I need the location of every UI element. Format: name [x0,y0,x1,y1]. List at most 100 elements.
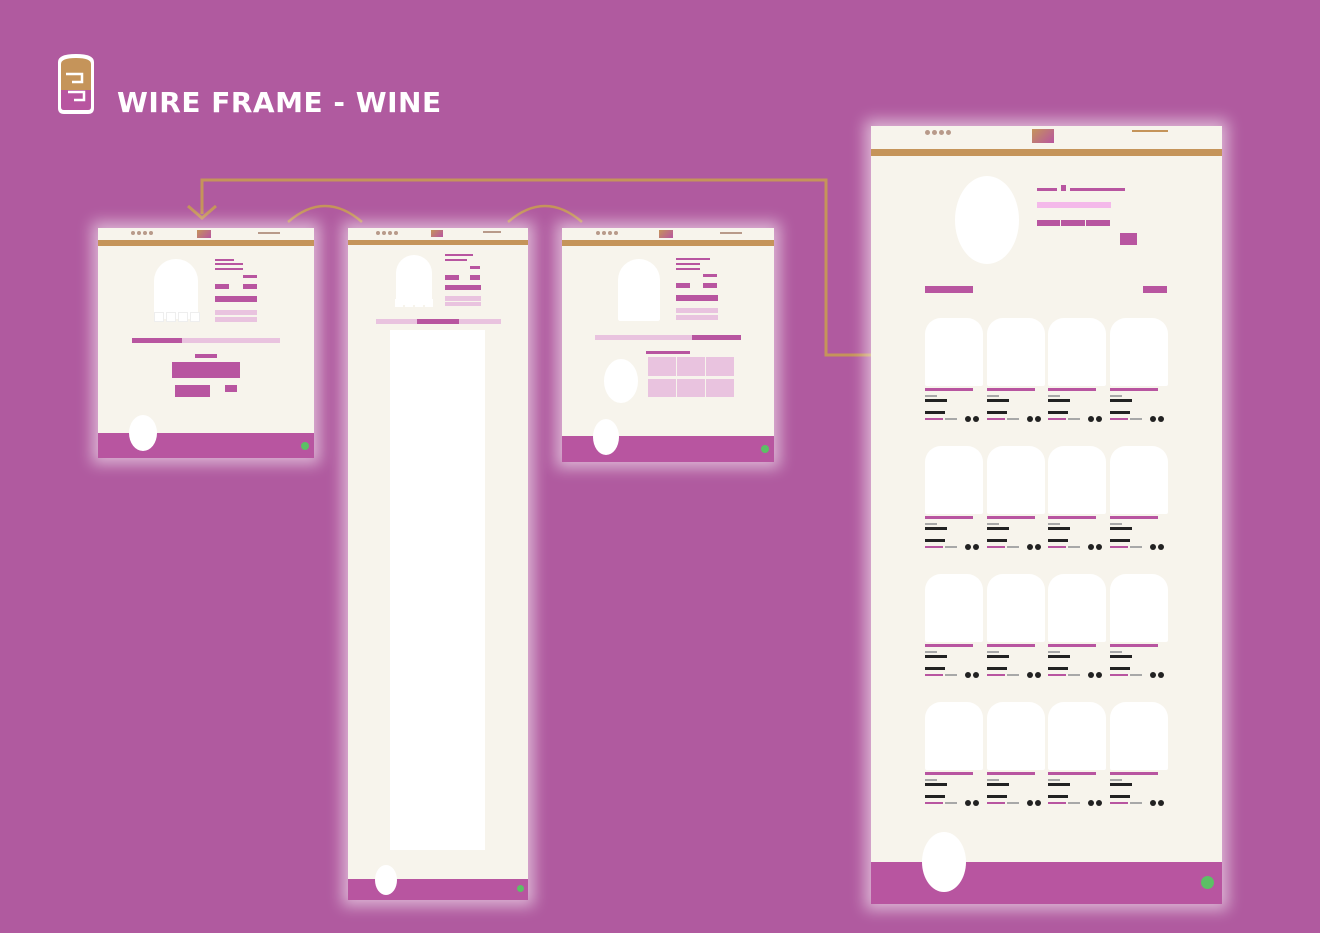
product-card[interactable] [1109,574,1168,684]
wishlist-icon[interactable] [1088,672,1094,678]
rating-stars [925,418,943,420]
wishlist-icon[interactable] [965,544,971,550]
header-bar [562,240,774,246]
product-category [1109,779,1122,781]
product-volume [986,539,1007,542]
wishlist-icon[interactable] [965,800,971,806]
nav-dots [131,231,153,235]
tab-description[interactable] [376,319,417,324]
wishlist-icon[interactable] [965,416,971,422]
cart-icon[interactable] [1096,544,1102,550]
product-card[interactable] [986,446,1045,556]
wishlist-icon[interactable] [1026,544,1033,550]
product-image [1109,702,1168,770]
chat-icon[interactable] [1201,876,1214,889]
nav-links [483,231,501,233]
wishlist-icon[interactable] [1026,672,1033,678]
cart-icon[interactable] [973,544,979,550]
cart-icon[interactable] [973,416,979,422]
chat-icon[interactable] [761,445,769,453]
thumbnail-strip[interactable] [154,312,200,322]
filter-button[interactable] [1120,233,1137,245]
thumbnail-strip[interactable] [395,299,433,307]
wishlist-icon[interactable] [965,672,971,678]
product-card[interactable] [1048,574,1106,684]
cart-icon[interactable] [973,800,979,806]
wishlist-icon[interactable] [1026,416,1033,422]
tab-reviews[interactable] [692,335,741,340]
chat-icon[interactable] [301,442,309,450]
product-volume [925,539,945,542]
wishlist-icon[interactable] [1149,800,1156,806]
cart-icon[interactable] [973,672,979,678]
product-price [1048,399,1070,402]
product-name [1048,772,1096,775]
product-image [986,574,1045,642]
wishlist-icon[interactable] [1149,544,1156,550]
chat-icon[interactable] [517,885,524,892]
product-card[interactable] [1109,318,1168,428]
product-category [986,779,999,781]
cart-icon[interactable] [1157,800,1164,806]
view-toggle[interactable] [1143,286,1167,293]
wishlist-icon[interactable] [1026,800,1033,806]
product-image [1048,702,1106,770]
product-volume [925,667,945,670]
wishlist-icon[interactable] [1088,544,1094,550]
product-category [1048,651,1060,653]
sort-dropdown[interactable] [925,286,973,293]
tab-reviews[interactable] [182,338,280,343]
wireframe-product-detail [98,228,314,458]
cart-icon[interactable] [1034,800,1041,806]
add-to-cart-button[interactable] [676,295,718,301]
rating-stars [1109,418,1128,420]
product-volume [1048,667,1068,670]
product-category [1048,523,1060,525]
product-card[interactable] [986,702,1045,812]
product-image [986,318,1045,386]
product-card[interactable] [925,574,983,684]
product-card[interactable] [1109,702,1168,812]
product-image [986,446,1045,514]
product-card[interactable] [1048,702,1106,812]
cart-icon[interactable] [1034,544,1041,550]
product-card[interactable] [1048,318,1106,428]
product-image [1109,574,1168,642]
wishlist-icon[interactable] [1088,800,1094,806]
cart-icon[interactable] [1096,800,1102,806]
tab-shipping[interactable] [459,319,501,324]
cart-icon[interactable] [1157,544,1164,550]
footer-logo [593,419,619,455]
product-card[interactable] [1109,446,1168,556]
cart-icon[interactable] [1157,672,1164,678]
tab-reviews[interactable] [417,319,459,324]
product-card[interactable] [925,702,983,812]
cart-icon[interactable] [1096,672,1102,678]
wishlist-icon[interactable] [1088,416,1094,422]
product-card[interactable] [925,318,983,428]
rating-stars [986,418,1005,420]
product-image [986,702,1045,770]
rating-stars [1048,546,1066,548]
tab-description[interactable] [132,338,182,343]
cart-icon[interactable] [1157,416,1164,422]
rating-count [1068,802,1080,804]
product-card[interactable] [986,574,1045,684]
cart-icon[interactable] [1034,672,1041,678]
rating-stars [925,802,943,804]
product-card[interactable] [1048,446,1106,556]
product-category [1109,395,1122,397]
product-price [1109,399,1132,402]
product-category [925,395,937,397]
product-card[interactable] [986,318,1045,428]
wishlist-icon[interactable] [1149,672,1156,678]
wishlist-icon[interactable] [1149,416,1156,422]
cart-icon[interactable] [1034,416,1041,422]
tab-description[interactable] [595,335,692,340]
add-to-cart-button[interactable] [215,296,257,302]
product-category [925,523,937,525]
product-category [925,651,937,653]
product-card[interactable] [925,446,983,556]
nav-links [258,232,280,234]
cart-icon[interactable] [1096,416,1102,422]
